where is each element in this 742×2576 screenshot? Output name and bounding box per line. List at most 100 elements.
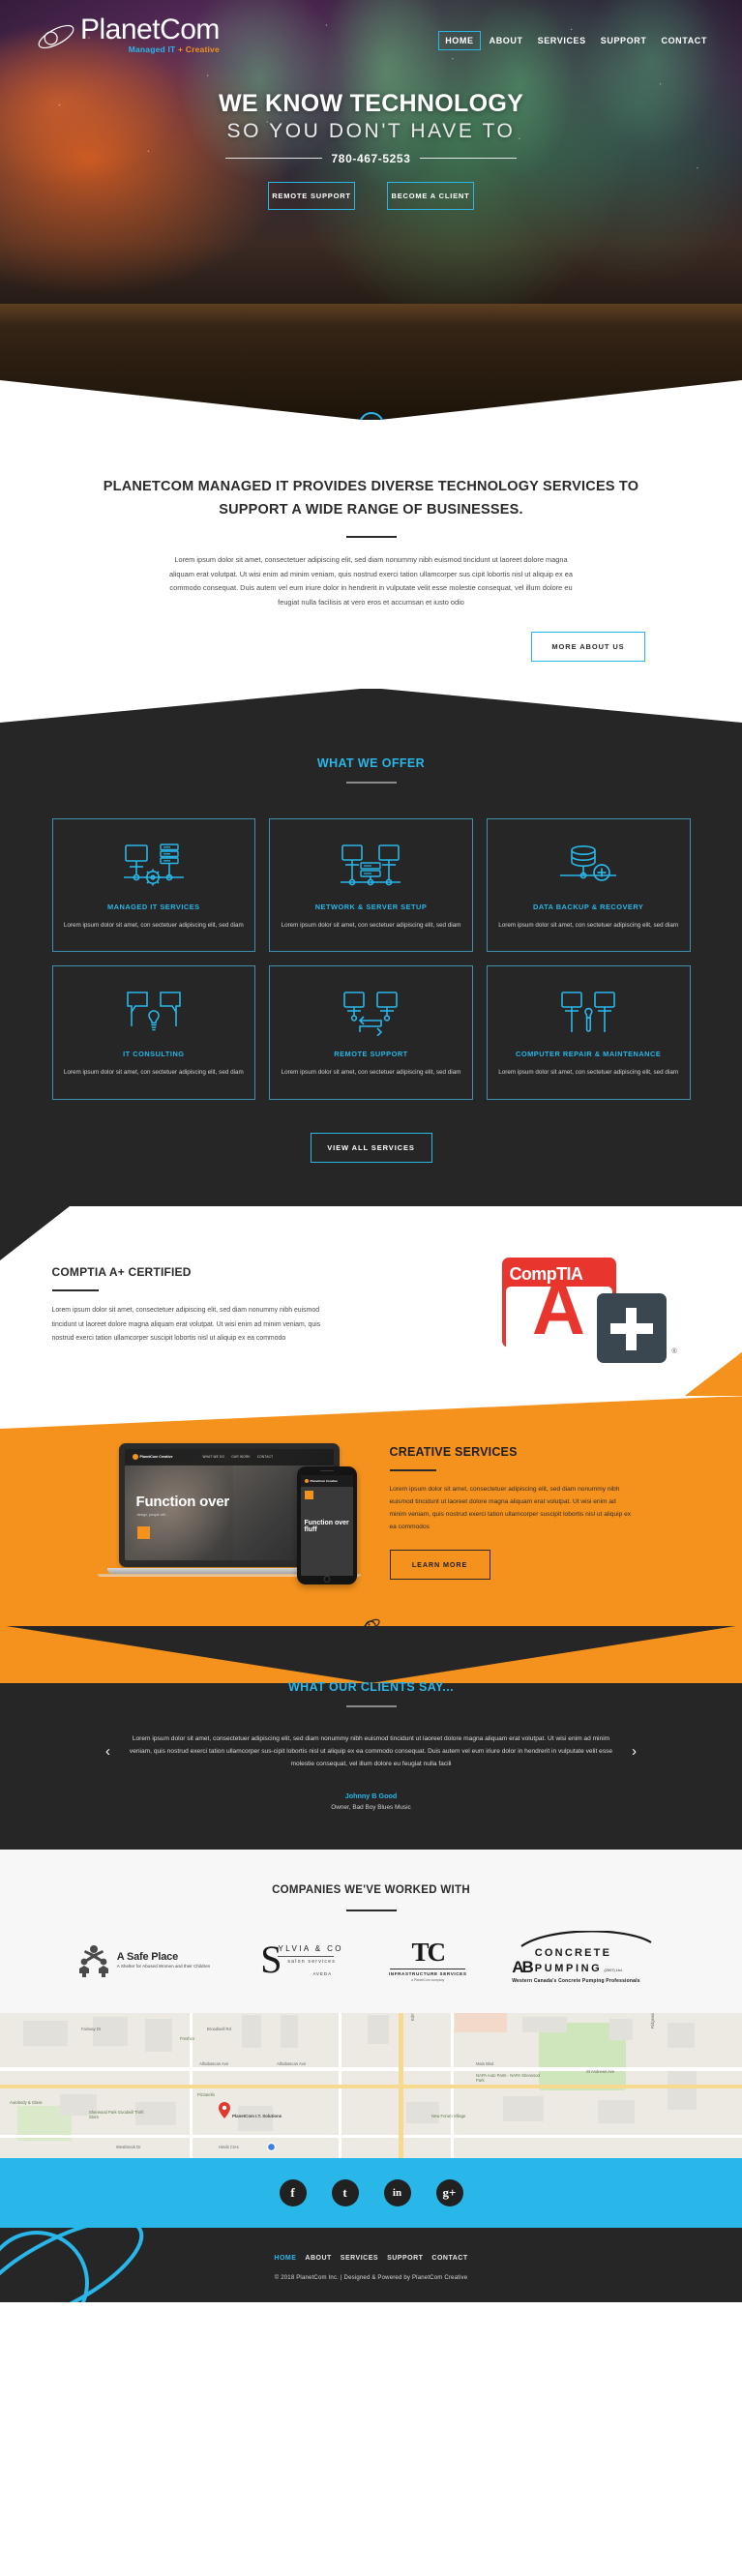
- mockup-logo-dot: [132, 1454, 138, 1461]
- testimonial-quote: Lorem ipsum dolor sit amet, consectetuer…: [129, 1734, 613, 1767]
- client-logo-sub: Western Canada's Concrete Pumping Profes…: [512, 1978, 640, 1985]
- computer-repair-icon: [497, 988, 680, 1038]
- testimonial-next-button[interactable]: ›: [627, 1744, 642, 1759]
- footer-nav-item-home[interactable]: HOME: [274, 2255, 296, 2262]
- brand-logo[interactable]: PlanetCom Managed IT + Creative: [34, 15, 220, 55]
- footer-nav-item-services[interactable]: SERVICES: [341, 2255, 378, 2262]
- nav-item-contact[interactable]: CONTACT: [655, 32, 713, 49]
- service-card-remote-support[interactable]: REMOTE SUPPORT Lorem ipsum dolor sit ame…: [269, 965, 473, 1100]
- facebook-icon[interactable]: f: [279, 2179, 307, 2207]
- footer-nav-item-contact[interactable]: CONTACT: [431, 2255, 467, 2262]
- hero-headline: WE KNOW TECHNOLOGY: [218, 89, 524, 117]
- device-mockups: PlanetCom Creative WHAT WE DO OUR WORK C…: [97, 1437, 372, 1587]
- map-building: [281, 2015, 298, 2049]
- comptia-wordmark: CompTIA: [510, 1264, 583, 1285]
- map-street-label: Edmonton Blvd: [410, 2013, 415, 2021]
- remote-support-button[interactable]: REMOTE SUPPORT: [268, 181, 355, 210]
- google-plus-icon[interactable]: g+: [435, 2179, 463, 2207]
- testimonials-section: WHAT OUR CLIENTS SAY... ‹ Lorem ipsum do…: [0, 1618, 742, 1851]
- map-marker-icon[interactable]: [219, 2102, 230, 2119]
- more-about-us-button[interactable]: MORE ABOUT US: [531, 632, 645, 663]
- map-poi-label: New Forum Village: [431, 2114, 466, 2119]
- service-card-desc: Lorem ipsum dolor sit amet, con sectetue…: [281, 922, 461, 930]
- service-card-desc: Lorem ipsum dolor sit amet, con sectetue…: [63, 1069, 244, 1077]
- testimonials-content: WHAT OUR CLIENTS SAY... ‹ Lorem ipsum do…: [0, 1680, 742, 1812]
- site-footer: HOME ABOUT SERVICES SUPPORT CONTACT © 20…: [0, 2228, 742, 2303]
- service-card-network-server[interactable]: NETWORK & SERVER SETUP Lorem ipsum dolor…: [269, 818, 473, 953]
- comptia-section: COMPTIA A+ CERTIFIED Lorem ipsum dolor s…: [0, 1205, 742, 1397]
- comptia-registered-mark: ®: [671, 1347, 677, 1355]
- phone-screen: PlanetCom Creative Function over fluff: [300, 1474, 353, 1576]
- mockup-subtext: design, people will...: [136, 1512, 168, 1517]
- map-poi-label: NAPA Auto Parts - NAPA Sherwood Park: [476, 2073, 540, 2084]
- client-logo-sub: INFRASTRUCTURE SERVICES: [388, 1970, 467, 1976]
- nav-item-about[interactable]: ABOUT: [484, 32, 529, 49]
- client-logo-a-safe-place[interactable]: A Safe Place A Shelter for Abused Women …: [75, 1944, 210, 1977]
- hero-rule-right: [420, 158, 518, 159]
- comptia-divider: [51, 1289, 99, 1292]
- client-logo-sub: A Shelter for Abused Women and their Chi…: [116, 1964, 211, 1969]
- map-building: [598, 2100, 635, 2124]
- companies-logo-row: A Safe Place A Shelter for Abused Women …: [0, 1931, 742, 1985]
- hero-rule-left: [224, 158, 322, 159]
- nav-item-support[interactable]: SUPPORT: [595, 32, 653, 49]
- brand-tagline-creative: Creative: [185, 44, 220, 54]
- map-street-label: Ridgewood Crescent: [650, 2013, 655, 2028]
- brand-tagline: Managed IT + Creative: [80, 45, 220, 54]
- client-logo-extra: a PlanetCom company: [411, 1977, 445, 1982]
- footer-navigation: HOME ABOUT SERVICES SUPPORT CONTACT: [0, 2255, 742, 2262]
- map-street-label: Athabascan Ave: [277, 2061, 307, 2067]
- map-street-label: Hinds Cres: [219, 2145, 239, 2150]
- map-building: [238, 2106, 273, 2132]
- comptia-top-wedge: [0, 1205, 742, 1260]
- service-card-title: DATA BACKUP & RECOVERY: [532, 903, 644, 912]
- mockup-menu-item-2: OUR WORK: [231, 1455, 251, 1460]
- client-logo-sylvia-and-co[interactable]: S YLVIA & CO salon services AVEDA: [254, 1940, 343, 1979]
- map-building: [23, 2021, 68, 2047]
- service-card-computer-repair[interactable]: COMPUTER REPAIR & MAINTENANCE Lorem ipsu…: [486, 965, 691, 1100]
- mockup-accent-square: [136, 1525, 150, 1539]
- family-figures-icon: [78, 1944, 108, 1977]
- map-marker-label: PlanetCom I.T. Solutions: [232, 2114, 282, 2119]
- planet-badge-icon: [362, 1618, 380, 1632]
- phone-logo-dot: [304, 1478, 309, 1483]
- creative-top-wedge: [0, 1395, 742, 1429]
- orange-corner-accent: [684, 1351, 742, 1397]
- footer-nav-item-about[interactable]: ABOUT: [305, 2255, 331, 2262]
- service-card-desc: Lorem ipsum dolor sit amet, con sectetue…: [498, 1069, 679, 1077]
- view-all-services-button[interactable]: VIEW ALL SERVICES: [310, 1132, 432, 1163]
- location-map[interactable]: Athabascan Ave Athabascan Ave Edmonton B…: [0, 2013, 742, 2159]
- client-logo-name2: PUMPING: [534, 1963, 603, 1975]
- become-a-client-button[interactable]: BECOME A CLIENT: [387, 181, 474, 210]
- nav-item-services[interactable]: SERVICES: [532, 32, 592, 49]
- mockup-navbar: PlanetCom Creative WHAT WE DO OUR WORK C…: [124, 1448, 334, 1466]
- comptia-plus-icon-vertical: [625, 1307, 637, 1350]
- intro-section: PLANETCOM MANAGED IT PROVIDES DIVERSE TE…: [0, 420, 742, 690]
- client-logo-tc-infrastructure[interactable]: TC INFRASTRUCTURE SERVICES a PlanetCom c…: [388, 1939, 467, 1982]
- map-poi-label: Autobody & Glass: [10, 2100, 43, 2106]
- linkedin-icon[interactable]: in: [383, 2179, 411, 2207]
- map-location-dot-icon: [267, 2143, 276, 2152]
- twitter-icon[interactable]: t: [331, 2179, 359, 2207]
- testimonials-divider: [345, 1704, 397, 1707]
- client-logo-name: A Safe Place: [116, 1951, 178, 1964]
- managed-it-icon: [63, 841, 246, 891]
- service-card-it-consulting[interactable]: IT CONSULTING Lorem ipsum dolor sit amet…: [51, 965, 256, 1100]
- client-logo-ab-concrete-pumping[interactable]: AB CONCRETE PUMPING (2007) Ltd. Western C…: [512, 1931, 667, 1985]
- services-button-wrap: VIEW ALL SERVICES: [0, 1132, 742, 1163]
- comptia-text-block: COMPTIA A+ CERTIFIED Lorem ipsum dolor s…: [51, 1265, 342, 1345]
- hero-phone-number[interactable]: 780-467-5253: [332, 152, 411, 165]
- page-root: PlanetCom Managed IT + Creative HOME ABO…: [0, 0, 742, 2303]
- comptia-heading: COMPTIA A+ CERTIFIED: [51, 1265, 192, 1280]
- footer-nav-item-support[interactable]: SUPPORT: [387, 2255, 423, 2262]
- service-card-data-backup[interactable]: DATA BACKUP & RECOVERY Lorem ipsum dolor…: [486, 818, 691, 953]
- phone-headline: Function over fluff: [304, 1519, 349, 1534]
- nav-item-home[interactable]: HOME: [438, 31, 481, 50]
- companies-divider: [345, 1910, 397, 1912]
- concrete-boom-arc-icon: [520, 1931, 652, 1948]
- learn-more-button[interactable]: LEARN MORE: [389, 1549, 490, 1580]
- service-card-managed-it[interactable]: MANAGED IT SERVICES Lorem ipsum dolor si…: [51, 818, 256, 953]
- testimonial-prev-button[interactable]: ‹: [101, 1744, 116, 1759]
- map-road: [0, 2135, 742, 2139]
- map-street-label: Broadwell Rd: [207, 2027, 231, 2032]
